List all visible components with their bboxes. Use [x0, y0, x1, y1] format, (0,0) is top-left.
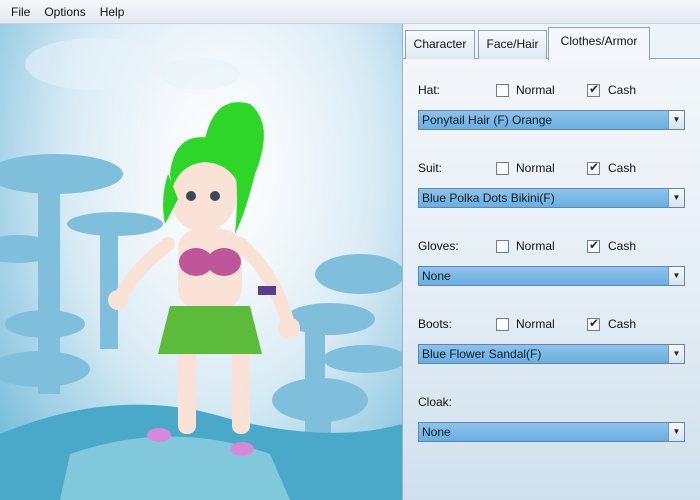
hat-dropdown[interactable]: Ponytail Hair (F) Orange ▼ [418, 110, 685, 130]
menu-options[interactable]: Options [37, 0, 92, 24]
hat-selected: Ponytail Hair (F) Orange [422, 113, 553, 127]
boots-normal-checkbox[interactable] [496, 318, 509, 331]
gloves-normal-label: Normal [516, 239, 555, 253]
menu-help[interactable]: Help [93, 0, 132, 24]
gloves-dropdown[interactable]: None ▼ [418, 266, 685, 286]
cloak-selected: None [422, 425, 451, 439]
hat-cash-checkbox[interactable] [587, 82, 600, 97]
tab-bar: Character Face/Hair Clothes/Armor [403, 24, 700, 60]
chevron-down-icon[interactable]: ▼ [668, 423, 684, 441]
boots-cash-label: Cash [608, 317, 637, 331]
equipment-panel: Character Face/Hair Clothes/Armor Hat: N… [402, 24, 700, 500]
boots-label: Boots: [418, 317, 453, 331]
suit-selected: Blue Polka Dots Bikini(F) [422, 191, 555, 205]
tab-character[interactable]: Character [405, 30, 475, 59]
boots-cash-checkbox[interactable] [587, 316, 600, 331]
suit-dropdown[interactable]: Blue Polka Dots Bikini(F) ▼ [418, 188, 685, 208]
tab-clothes-armor[interactable]: Clothes/Armor [548, 27, 650, 60]
cloak-dropdown[interactable]: None ▼ [418, 422, 685, 442]
suit-normal-label: Normal [516, 161, 555, 175]
suit-normal-checkbox[interactable] [496, 162, 509, 175]
hat-cash-label: Cash [608, 83, 637, 97]
boots-selected: Blue Flower Sandal(F) [422, 347, 542, 361]
chevron-down-icon[interactable]: ▼ [668, 111, 684, 129]
chevron-down-icon[interactable]: ▼ [668, 267, 684, 285]
hat-label: Hat: [418, 83, 441, 97]
chevron-down-icon[interactable]: ▼ [668, 189, 684, 207]
menu-file[interactable]: File [4, 0, 37, 24]
suit-cash-label: Cash [608, 161, 637, 175]
gloves-cash-checkbox[interactable] [587, 238, 600, 253]
suit-cash-checkbox[interactable] [587, 160, 600, 175]
scene-illustration [0, 38, 402, 500]
chevron-down-icon[interactable]: ▼ [668, 345, 684, 363]
hat-normal-label: Normal [516, 83, 555, 97]
menu-bar: File Options Help [0, 0, 700, 24]
hat-normal-checkbox[interactable] [496, 84, 509, 97]
suit-label: Suit: [418, 161, 443, 175]
boots-dropdown[interactable]: Blue Flower Sandal(F) ▼ [418, 344, 685, 364]
character-preview[interactable] [0, 24, 402, 500]
tab-face-hair[interactable]: Face/Hair [478, 30, 547, 59]
gloves-cash-label: Cash [608, 239, 637, 253]
gloves-normal-checkbox[interactable] [496, 240, 509, 253]
cloak-label: Cloak: [418, 395, 453, 409]
gloves-selected: None [422, 269, 451, 283]
boots-normal-label: Normal [516, 317, 555, 331]
clothes-armor-content: Hat: Normal Cash Ponytail Hair (F) Orang… [403, 60, 700, 500]
gloves-label: Gloves: [418, 239, 459, 253]
